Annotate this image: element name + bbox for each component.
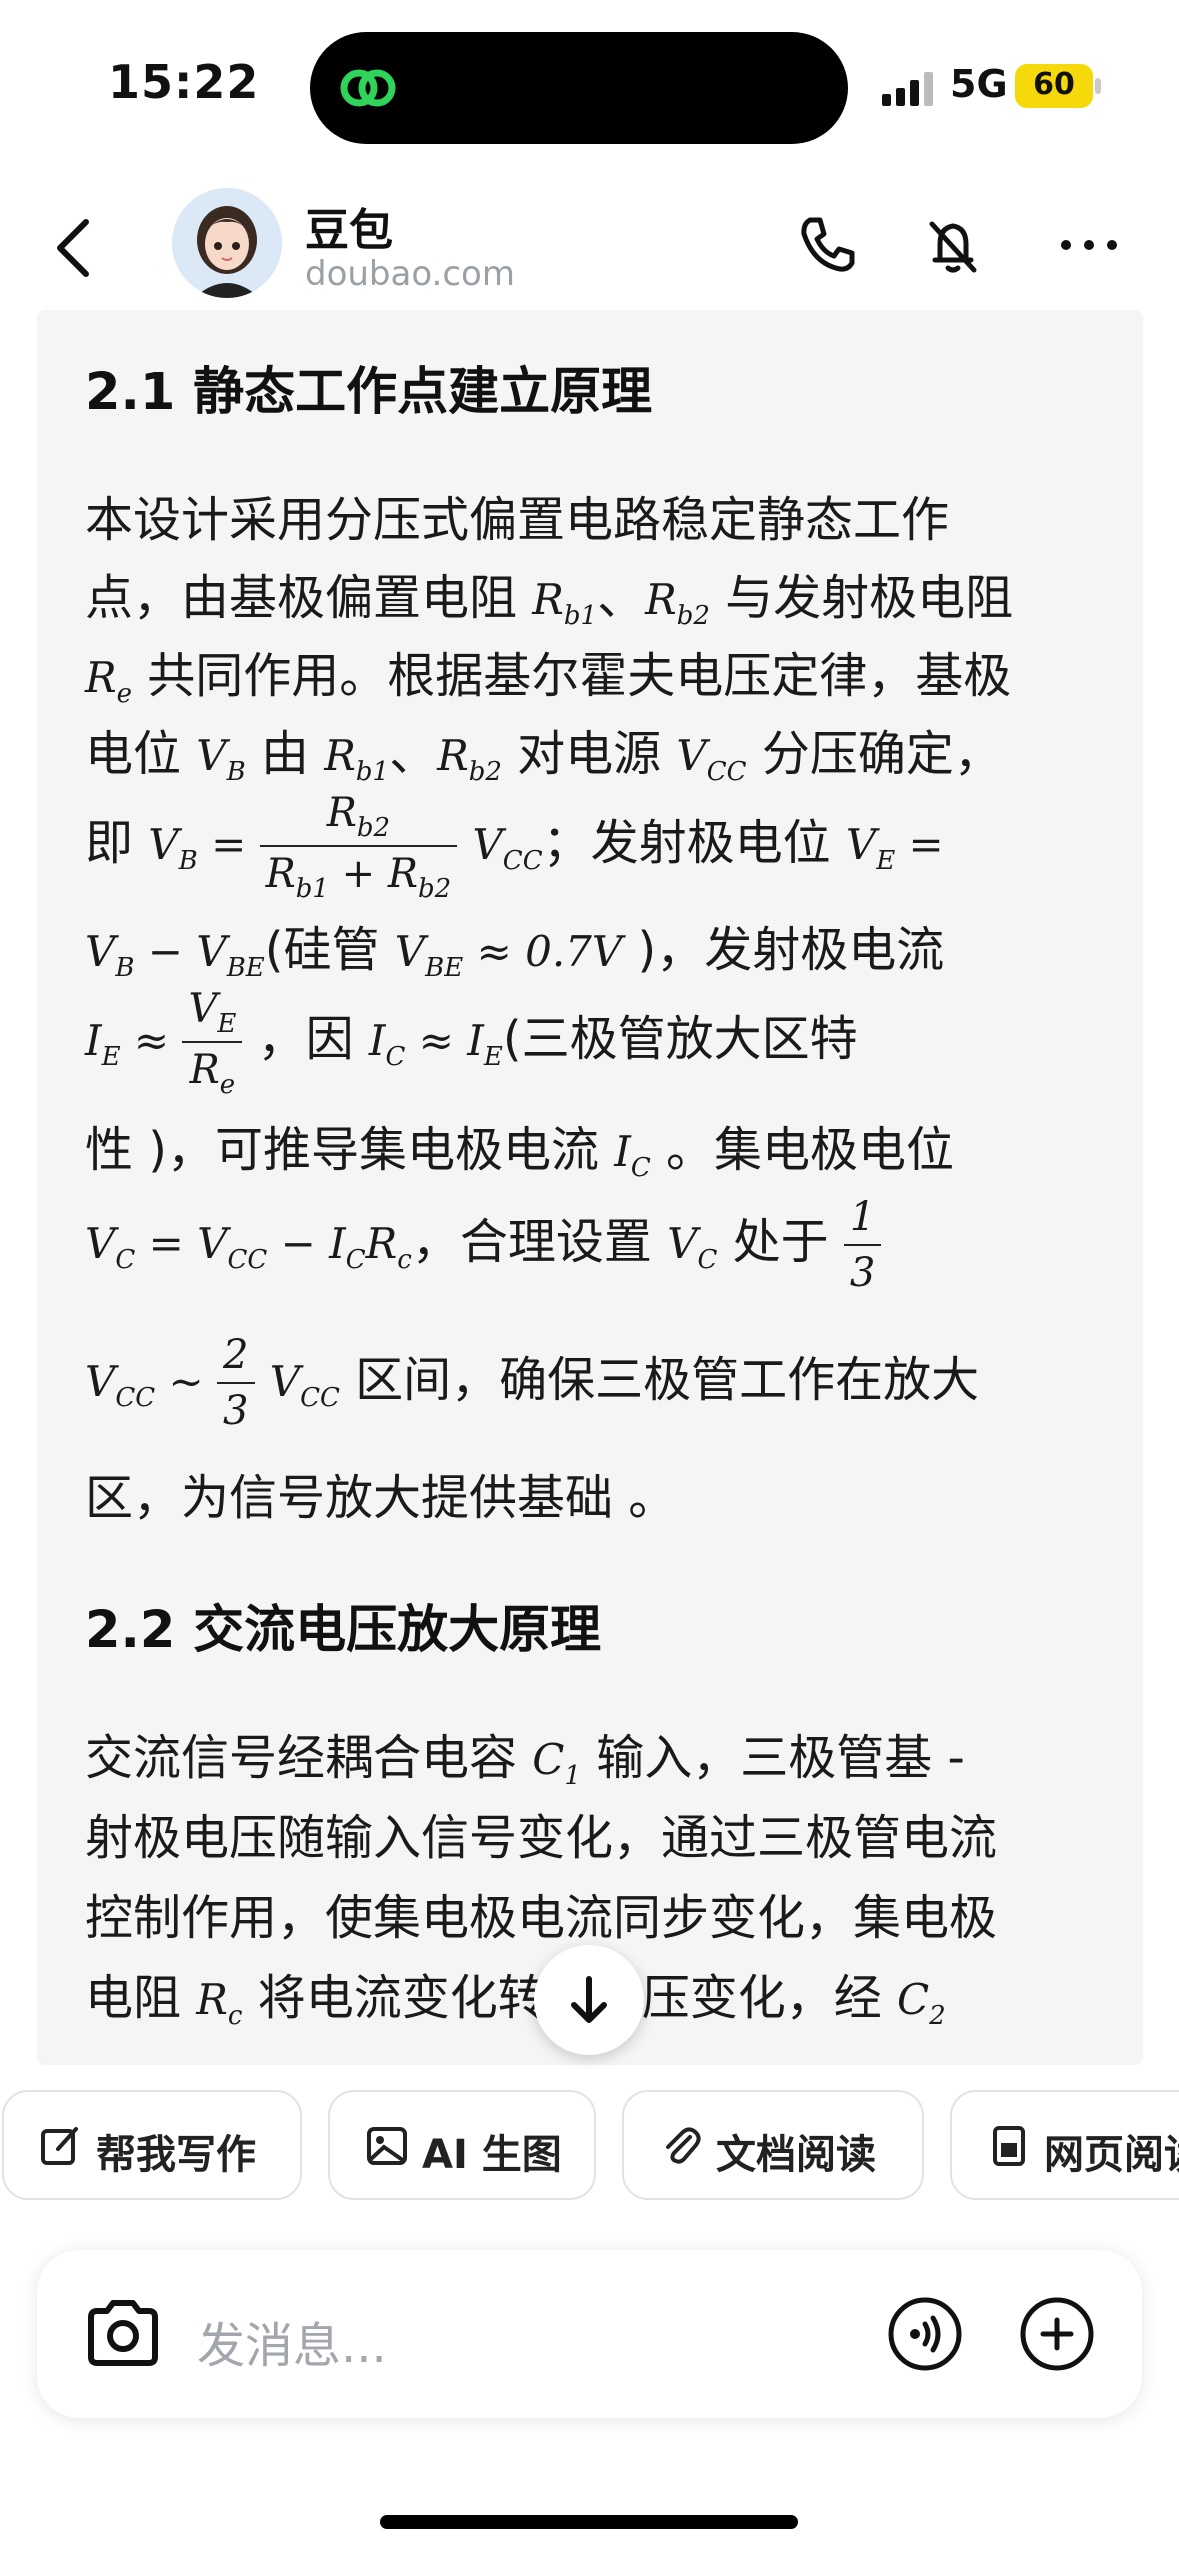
section-heading-2-2: 2.2 交流电压放大原理 [85, 1601, 602, 1660]
battery-level: 60 [1033, 67, 1075, 102]
text: 性 )，可推导集电极电流 [85, 1122, 615, 1178]
chip-label: 帮我写作 [96, 2132, 256, 2178]
section-heading-2-1: 2.1 静态工作点建立原理 [85, 363, 653, 422]
text: 共同作用。根据基尔霍夫电压定律，基极 [132, 648, 1012, 704]
link-icon [340, 69, 396, 107]
avatar[interactable] [172, 188, 282, 298]
para2-line2: 射极电压随输入信号变化，通过三极管电流 [85, 1798, 997, 1868]
chip-label: 文档阅读 [716, 2132, 876, 2178]
image-icon [367, 2127, 407, 2165]
para1-line5: 即 VB = Rb2 Rb1 + Rb2 VCC；发射极电位 VE = [85, 786, 944, 906]
text: )，发射极电流 [622, 922, 945, 978]
fraction: VE Re [182, 982, 243, 1102]
paperclip-icon [666, 2127, 701, 2164]
chat-subtitle: doubao.com [305, 254, 515, 294]
avatar-image [172, 188, 282, 298]
chat-title: 豆包 [305, 205, 393, 256]
battery-icon: 60 [1015, 64, 1093, 108]
text: ；发射极电位 [542, 815, 846, 871]
home-indicator [380, 2515, 798, 2529]
fraction: 23 [217, 1328, 255, 1438]
edit-icon [41, 2127, 78, 2165]
para1-line8: 性 )，可推导集电极电流 IC 。集电极电位 [85, 1122, 955, 1183]
para1-line7: IE ≈ VE Re ，因 IC ≈ IE(三极管放大区特 [85, 982, 858, 1102]
text: 电阻 [85, 1970, 197, 2026]
quick-action-bar: 帮我写作 AI 生图 文档阅读 网页阅读 [0, 2068, 1179, 2218]
para1-line11: 区，为信号放大提供基础 。 [85, 1458, 676, 1528]
text: 由 [245, 726, 325, 782]
back-icon[interactable] [44, 208, 104, 288]
text: 对电源 [501, 726, 677, 782]
message-input[interactable]: 发消息... [197, 2306, 387, 2376]
text: 控制作用，使集电极电流同步变化，集电极 [85, 1890, 998, 1946]
text: 即 [85, 815, 149, 871]
text: 与发射极电阻 [725, 570, 1014, 626]
text: 本设计采用分压式偏置电路稳定静态工作 [85, 492, 950, 548]
text: 将电流变化转 [242, 1970, 546, 2026]
mute-icon[interactable] [918, 210, 988, 280]
para1-line6: VB − VBE(硅管 VBE ≈ 0.7V )，发射极电流 [85, 922, 945, 983]
text: 输入，三极管基 - [580, 1730, 965, 1786]
more-icon[interactable] [1054, 210, 1124, 280]
para2-line3: 控制作用，使集电极电流同步变化，集电极 [85, 1878, 997, 1948]
network-label: 5G [950, 62, 1008, 106]
text: ，因 [257, 1011, 369, 1067]
message-input-bar: 发消息... [37, 2250, 1142, 2418]
text: 点，由基极偏置电阻 [85, 570, 533, 626]
battery-tip [1095, 78, 1101, 94]
fraction: 13 [843, 1190, 882, 1300]
text: 区，为信号放大提供基础 。 [85, 1470, 677, 1526]
voice-call-icon[interactable] [885, 2294, 965, 2374]
signal-icon [882, 72, 933, 106]
fraction: Rb2 Rb1 + Rb2 [259, 786, 458, 906]
para1-line2: 点，由基极偏置电阻 Rb1、Rb2 与发射极电阻 [85, 570, 1014, 631]
text: 电位 [85, 726, 197, 782]
para1-line9: VC = VCC − ICRc，合理设置 VC 处于 13 [85, 1190, 882, 1300]
chip-label: 网页阅读 [1044, 2132, 1179, 2178]
chip-ai-image[interactable]: AI 生图 [328, 2090, 596, 2200]
text: ，合理设置 [411, 1214, 668, 1270]
phone-icon[interactable] [792, 210, 862, 280]
text: 射极电压随输入信号变化，通过三极管电流 [85, 1810, 998, 1866]
camera-icon[interactable] [83, 2295, 163, 2371]
scroll-down-button[interactable] [534, 1945, 644, 2055]
para2-line1: 交流信号经耦合电容 C1 输入，三极管基 - [85, 1730, 965, 1791]
arrow-down-icon [571, 1976, 607, 2023]
message-card: 2.1 静态工作点建立原理 本设计采用分压式偏置电路稳定静态工作 点，由基极偏置… [37, 310, 1143, 2065]
para1-line10: VCC ∼ 23 VCC 区间，确保三极管工作在放大 [85, 1328, 979, 1438]
chat-header: 豆包 doubao.com [0, 180, 1179, 310]
chip-label: AI 生图 [422, 2132, 562, 2178]
text: 处于 [717, 1214, 844, 1270]
text: 交流信号经耦合电容 [85, 1730, 533, 1786]
para1-line1: 本设计采用分压式偏置电路稳定静态工作 [85, 480, 949, 550]
text: (硅管 [264, 922, 395, 978]
text: (三极管放大区特 [502, 1011, 858, 1067]
text: 区间，确保三极管工作在放大 [339, 1352, 980, 1408]
para1-line3: Re 共同作用。根据基尔霍夫电压定律，基极 [85, 648, 1012, 709]
chip-doc-reading[interactable]: 文档阅读 [622, 2090, 924, 2200]
document-icon [993, 2126, 1025, 2166]
add-icon[interactable] [1017, 2294, 1097, 2374]
text: 分压确定， [746, 726, 1002, 782]
para1-line4: 电位 VB 由 Rb1、Rb2 对电源 VCC 分压确定， [85, 726, 1002, 787]
dynamic-island [310, 32, 848, 144]
status-time: 15:22 [108, 55, 260, 109]
chip-writing[interactable]: 帮我写作 [2, 2090, 302, 2200]
chip-web-reading[interactable]: 网页阅读 [950, 2090, 1179, 2200]
status-bar: 15:22 5G 60 [0, 0, 1179, 175]
para2-line4: 电阻 Rc 将电流变化转为电压变化，经 C2 [85, 1970, 946, 2031]
text: 。集电极电位 [650, 1122, 955, 1178]
